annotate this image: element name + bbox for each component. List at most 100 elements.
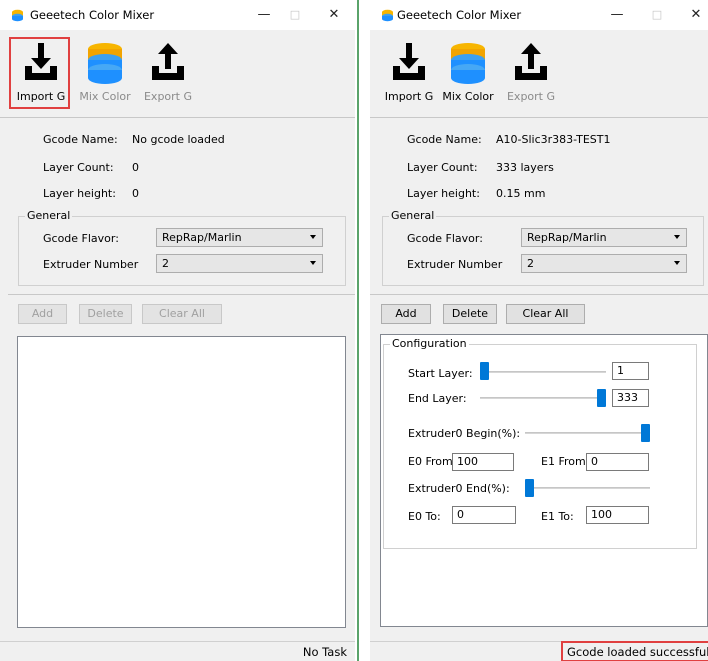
- export-label: Export G: [143, 90, 193, 103]
- clear-all-button[interactable]: Clear All: [142, 304, 222, 324]
- import-gcode-button[interactable]: Import G: [379, 42, 439, 108]
- close-button[interactable]: ✕: [685, 5, 707, 25]
- export-gcode-button[interactable]: Export G: [138, 42, 198, 108]
- gcode-name-value: No gcode loaded: [132, 133, 225, 146]
- layer-count-label: Layer Count:: [407, 161, 478, 174]
- layer-height-label: Layer height:: [407, 187, 480, 200]
- delete-button[interactable]: Delete: [443, 304, 497, 324]
- gcode-flavor-value: RepRap/Marlin: [162, 231, 242, 244]
- toolbar: Import G Mix Color Export G: [370, 30, 708, 118]
- status-bar: No Task: [0, 641, 355, 661]
- gcode-flavor-select[interactable]: RepRap/Marlin: [156, 228, 323, 247]
- gcode-flavor-label: Gcode Flavor:: [407, 232, 483, 245]
- export-icon: [152, 43, 184, 80]
- extruder0-begin-slider[interactable]: [525, 432, 650, 434]
- gcode-name-value: A10-Slic3r383-TEST1: [496, 133, 611, 146]
- window-title: Geeetech Color Mixer: [397, 8, 522, 22]
- extruder-number-select[interactable]: 2: [156, 254, 323, 273]
- minimize-button[interactable]: —: [606, 5, 628, 25]
- toolbar: Import G Mix Color Export G: [0, 30, 355, 118]
- layer-height-value: 0.15 mm: [496, 187, 546, 200]
- gcode-flavor-label: Gcode Flavor:: [43, 232, 119, 245]
- extruder0-end-label: Extruder0 End(%):: [408, 482, 510, 495]
- add-button[interactable]: Add: [381, 304, 431, 324]
- end-layer-thumb[interactable]: [597, 389, 606, 407]
- close-button[interactable]: ✕: [323, 5, 345, 25]
- database-icon: [88, 43, 122, 84]
- add-button[interactable]: Add: [18, 304, 67, 324]
- window-edge: [357, 0, 359, 661]
- layer-height-label: Layer height:: [43, 187, 116, 200]
- chevron-down-icon: [674, 261, 680, 265]
- title-bar: Geeetech Color Mixer — □ ✕: [370, 0, 708, 30]
- layer-count-value: 0: [132, 161, 139, 174]
- delete-button[interactable]: Delete: [79, 304, 132, 324]
- extruder0-end-thumb[interactable]: [525, 479, 534, 497]
- start-layer-input[interactable]: 1: [612, 362, 649, 380]
- layer-height-value: 0: [132, 187, 139, 200]
- gcode-name-label: Gcode Name:: [43, 133, 118, 146]
- end-layer-label: End Layer:: [408, 392, 467, 405]
- status-text: No Task: [302, 645, 347, 659]
- export-gcode-button[interactable]: Export G: [501, 42, 561, 108]
- app-window-loaded: Geeetech Color Mixer — □ ✕ Import G Mix …: [370, 0, 708, 661]
- extruder0-begin-thumb[interactable]: [641, 424, 650, 442]
- general-title: General: [25, 209, 73, 222]
- layer-count-label: Layer Count:: [43, 161, 114, 174]
- start-layer-thumb[interactable]: [480, 362, 489, 380]
- minimize-button[interactable]: —: [253, 5, 275, 25]
- gcode-name-label: Gcode Name:: [407, 133, 482, 146]
- clear-all-button[interactable]: Clear All: [506, 304, 585, 324]
- mix-color-button[interactable]: Mix Color: [75, 42, 135, 108]
- export-label: Export G: [506, 90, 556, 103]
- chevron-down-icon: [310, 261, 316, 265]
- export-icon: [515, 43, 547, 80]
- extruder-number-label: Extruder Number: [43, 258, 139, 271]
- app-icon: [12, 9, 23, 22]
- extruder-number-value: 2: [527, 257, 534, 270]
- extruder0-end-slider[interactable]: [525, 487, 650, 489]
- start-layer-slider[interactable]: [480, 371, 606, 373]
- maximize-button[interactable]: □: [646, 5, 668, 25]
- general-title: General: [389, 209, 437, 222]
- e0-from-input[interactable]: 100: [452, 453, 514, 471]
- layer-count-value: 333 layers: [496, 161, 554, 174]
- chevron-down-icon: [310, 235, 316, 239]
- task-list[interactable]: [17, 336, 346, 628]
- import-icon: [393, 43, 425, 80]
- e0-from-label: E0 From:: [408, 455, 457, 468]
- app-icon: [382, 9, 393, 22]
- mix-color-button[interactable]: Mix Color: [438, 42, 498, 108]
- e1-from-label: E1 From:: [541, 455, 590, 468]
- extruder-number-label: Extruder Number: [407, 258, 503, 271]
- mix-color-label: Mix Color: [442, 90, 494, 103]
- start-layer-label: Start Layer:: [408, 367, 473, 380]
- title-bar: Geeetech Color Mixer — □ ✕: [0, 0, 355, 30]
- e1-from-input[interactable]: 0: [586, 453, 649, 471]
- extruder0-begin-label: Extruder0 Begin(%):: [408, 427, 521, 440]
- e1-to-input[interactable]: 100: [586, 506, 649, 524]
- app-window-initial: Geeetech Color Mixer — □ ✕ Import G Mix …: [0, 0, 355, 661]
- chevron-down-icon: [674, 235, 680, 239]
- end-layer-input[interactable]: 333: [612, 389, 649, 407]
- gcode-flavor-select[interactable]: RepRap/Marlin: [521, 228, 687, 247]
- e0-to-label: E0 To:: [408, 510, 441, 523]
- mix-color-label: Mix Color: [79, 90, 131, 103]
- end-layer-slider[interactable]: [480, 397, 606, 399]
- general-group: General: [382, 209, 704, 286]
- maximize-button[interactable]: □: [284, 5, 306, 25]
- database-icon: [451, 43, 485, 84]
- extruder-number-value: 2: [162, 257, 169, 270]
- window-title: Geeetech Color Mixer: [30, 8, 155, 22]
- configuration-title: Configuration: [390, 337, 469, 350]
- highlight-box: [9, 37, 70, 109]
- e1-to-label: E1 To:: [541, 510, 574, 523]
- status-text: Gcode loaded successfully!: [567, 645, 708, 659]
- e0-to-input[interactable]: 0: [452, 506, 516, 524]
- general-group: General: [18, 209, 346, 286]
- gcode-flavor-value: RepRap/Marlin: [527, 231, 607, 244]
- separator: [370, 294, 708, 295]
- extruder-number-select[interactable]: 2: [521, 254, 687, 273]
- status-bar: Gcode loaded successfully!: [370, 641, 708, 661]
- separator: [8, 294, 355, 295]
